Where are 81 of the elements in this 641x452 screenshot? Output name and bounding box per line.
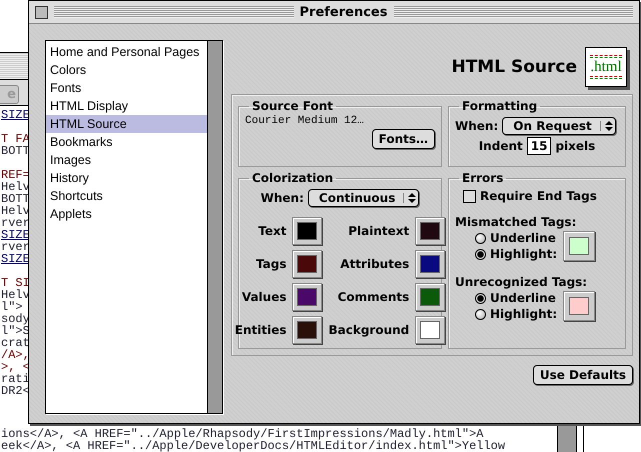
radio-button[interactable] [475,232,486,244]
file-icon-label: .html [590,59,622,75]
category-item[interactable]: History [46,169,207,187]
code-line: SIZE [1,252,30,266]
up-down-arrows-icon [403,193,416,203]
color-swatch-button[interactable] [292,250,322,278]
code-line: ions</A>, <A HREF="../Apple/Rhapsody/FirstImpressions/Madly.html">A [1,427,484,441]
code-line: SIZE [1,108,30,122]
color-swatch-button[interactable] [415,217,446,245]
code-line: BOTT [1,144,30,158]
code-line: SIZE [1,228,30,242]
color-swatch-button[interactable] [292,217,322,245]
radio-button[interactable] [475,248,486,260]
code-line: BOTT [1,192,30,206]
category-item[interactable]: Bookmarks [46,133,207,151]
checkbox-label: Require End Tags [480,189,597,203]
color-label: Values [240,290,286,304]
color-label: Tags [255,257,286,271]
when-dropdown[interactable]: On Request [502,117,616,135]
color-label: Entities [234,323,286,337]
category-item[interactable]: HTML Source [46,115,207,133]
scroll-bar[interactable] [207,41,222,413]
radio-label: Highlight: [490,247,558,261]
code-line: eek</A>, <A HREF="../Apple/DeveloperDocs/HTMLEditor/index.html">Yellow [1,439,506,452]
code-line: DR2< [1,384,30,398]
color-label: Attributes [339,257,410,271]
radio-button[interactable] [475,308,486,320]
code-line: REF= [1,168,30,182]
color-swatch-button[interactable] [415,283,446,311]
color-swatch-button[interactable] [292,316,322,344]
fonts-button[interactable]: Fonts… [372,129,435,149]
code-line: Helv [1,204,30,218]
code-line: rver [1,216,30,230]
code-line: l"> [1,300,23,314]
group-label: Errors [461,171,504,185]
code-line: /A>, [1,348,30,362]
group-label: Source Font [251,99,334,113]
when-label: When: [455,119,498,133]
group-label: Formatting [461,99,538,113]
unit-label: pixels [555,139,596,153]
font-value: Courier Medium 12… [245,115,365,127]
color-swatch-button[interactable] [292,283,322,311]
when-label: When: [260,191,304,205]
indent-label: Indent [478,139,523,153]
indent-field[interactable]: 15 [526,137,552,155]
color-label: Background [328,323,410,337]
window-title: Preferences [300,4,388,20]
code-line: rver [1,240,30,254]
group-label: Colorization [251,171,334,185]
category-item[interactable]: Fonts [46,79,207,97]
code-line: Helv [1,288,30,302]
option-group-label: Unrecognized Tags: [455,275,588,289]
use-defaults-button[interactable]: Use Defaults [532,365,633,385]
up-down-arrows-icon [600,121,613,131]
color-swatch-button[interactable] [415,250,446,278]
radio-button[interactable] [475,292,486,304]
code-line: sody [1,312,30,326]
category-item[interactable]: HTML Display [46,97,207,115]
category-item[interactable]: Home and Personal Pages [46,43,207,61]
category-item[interactable]: Shortcuts [46,187,207,205]
color-swatch-button[interactable] [563,231,596,261]
option-group-label: Mismatched Tags: [455,215,578,229]
close-box-icon[interactable] [35,6,48,18]
code-line: rati [1,372,30,386]
radio-label: Underline [490,291,556,305]
category-item[interactable]: Images [46,151,207,169]
code-line: T SI [1,276,30,290]
code-line: Helv [1,180,30,194]
color-swatch-button[interactable] [415,316,446,344]
category-item[interactable]: Colors [46,61,207,79]
color-label: Text [257,224,286,238]
when-dropdown[interactable]: Continuous [308,189,420,207]
radio-label: Highlight: [490,307,558,321]
checkbox[interactable] [463,190,476,202]
category-item[interactable]: Applets [46,205,207,223]
radio-label: Underline [490,231,556,245]
color-label: Comments [336,290,410,304]
panel-title: HTML Source [451,57,577,77]
code-line: crat [1,336,30,350]
color-label: Plaintext [347,224,410,238]
color-swatch-button[interactable] [563,291,596,321]
